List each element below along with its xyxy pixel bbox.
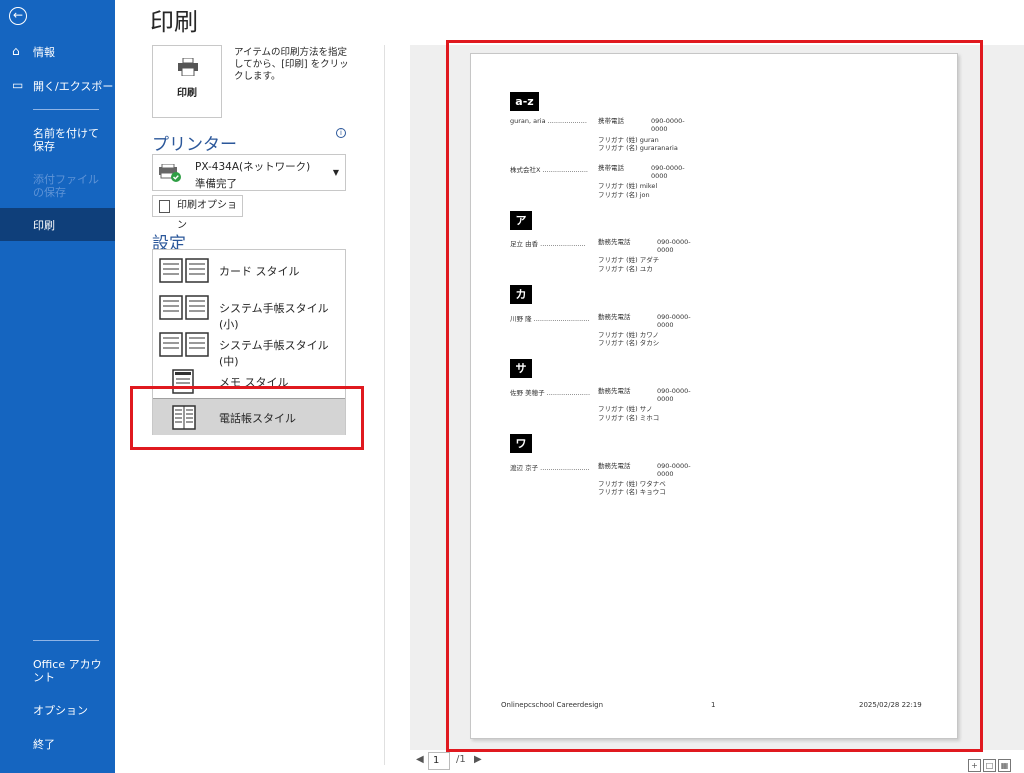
page-total: /1	[456, 754, 466, 765]
print-backstage: ← ⌂ 情報 ▭ 開く/エクスポート 名前を付けて保存 添付ファイルの保存 印刷…	[0, 0, 1024, 773]
style-item-planner-small[interactable]: システム手帳スタイル (小)	[153, 289, 345, 331]
print-options-icon	[159, 200, 170, 213]
nav-item-save-as[interactable]: 名前を付けて保存	[33, 127, 108, 153]
zoom-controls: + □ ▦	[968, 753, 1013, 772]
style-item-planner-medium[interactable]: システム手帳スタイル (中)	[153, 326, 345, 368]
printer-status: 準備完了	[195, 178, 237, 190]
printer-ready-icon	[159, 164, 181, 182]
printer-dropdown[interactable]: PX-434A(ネットワーク) 準備完了 ▼	[152, 154, 346, 191]
planner-small-style-icon	[159, 295, 209, 320]
print-button-label: 印刷	[177, 88, 197, 99]
highlight-box-style	[130, 386, 364, 450]
next-page-icon[interactable]: ▶	[474, 754, 482, 765]
nav-item-label: 情報	[33, 46, 55, 59]
nav-item-options[interactable]: オプション	[33, 704, 108, 717]
nav-item-save-attachment: 添付ファイルの保存	[33, 173, 99, 199]
folder-icon: ▭	[12, 78, 24, 92]
back-arrow-icon[interactable]: ←	[9, 7, 27, 25]
page-title: 印刷	[150, 8, 198, 36]
highlight-box-preview	[446, 40, 983, 752]
backstage-nav: ← ⌂ 情報 ▭ 開く/エクスポート 名前を付けて保存 添付ファイルの保存 印刷…	[0, 0, 124, 773]
chevron-down-icon: ▼	[332, 168, 339, 177]
printer-name: PX-434A(ネットワーク)	[195, 161, 311, 173]
info-icon[interactable]: i	[336, 128, 346, 138]
nav-divider	[33, 109, 99, 110]
style-item-label: カード スタイル	[219, 265, 300, 278]
print-options-button[interactable]: 印刷オプション	[152, 195, 243, 231]
print-options-label: 印刷オプション	[177, 200, 237, 231]
multiple-pages-icon[interactable]: ▦	[998, 759, 1011, 772]
home-icon: ⌂	[12, 44, 20, 58]
nav-item-exit[interactable]: 終了	[33, 738, 108, 751]
nav-item-office-account[interactable]: Office アカウント	[33, 658, 108, 684]
nav-divider	[33, 640, 99, 641]
printer-section-title: プリンター	[152, 135, 237, 155]
current-page-input[interactable]: 1	[428, 752, 450, 770]
actual-size-icon[interactable]: +	[968, 759, 981, 772]
print-button[interactable]: 印刷	[152, 45, 222, 118]
style-item-card[interactable]: カード スタイル	[153, 252, 345, 289]
one-page-icon[interactable]: □	[983, 759, 996, 772]
printer-icon	[178, 58, 198, 76]
nav-item-print[interactable]: 印刷	[33, 219, 108, 232]
previous-page-icon[interactable]: ◀	[416, 754, 424, 765]
card-style-icon	[159, 258, 209, 283]
print-description: アイテムの印刷方法を指定してから、[印刷] をクリックします。	[234, 47, 349, 82]
planner-medium-style-icon	[159, 332, 209, 357]
pane-divider	[384, 45, 385, 765]
nav-item-label: 開く/エクスポート	[33, 80, 125, 93]
